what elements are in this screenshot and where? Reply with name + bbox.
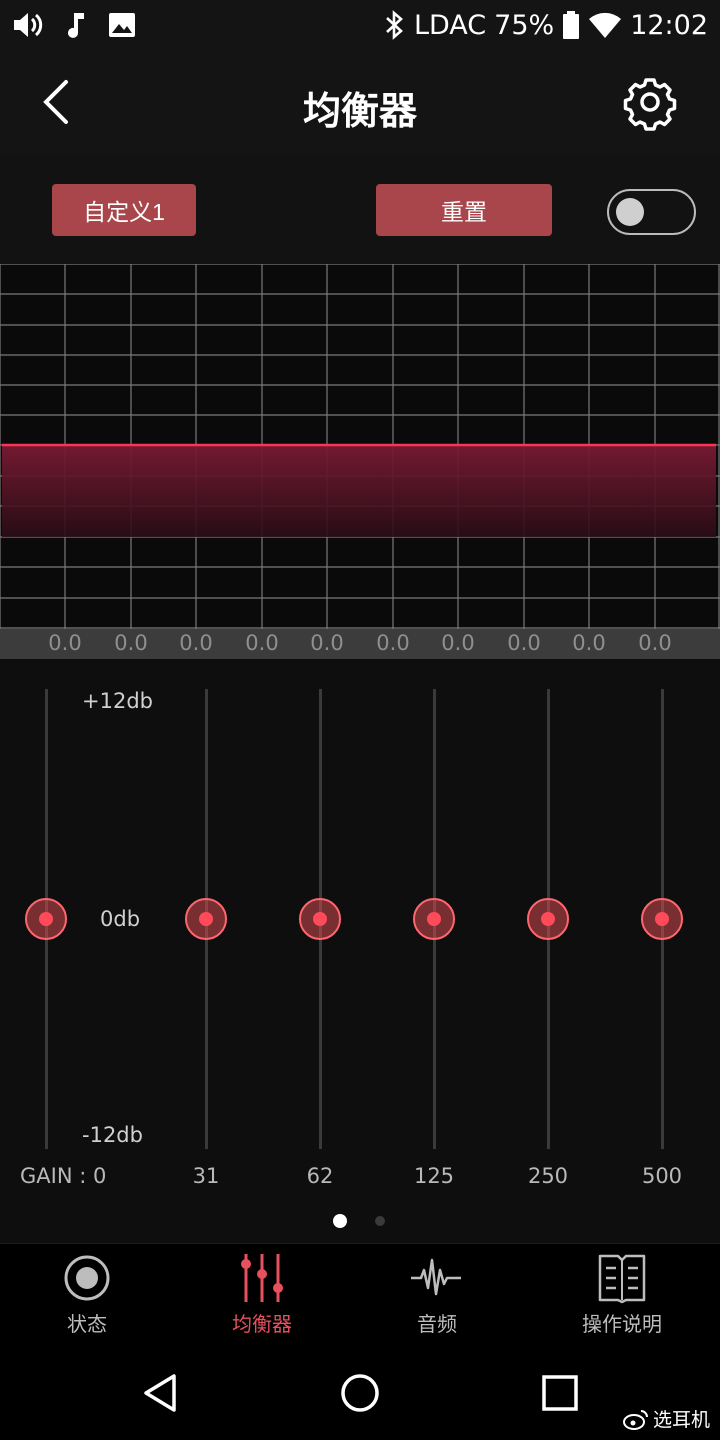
slider-thumb[interactable]	[527, 898, 569, 940]
eq-curve-svg	[0, 264, 720, 629]
circle-home-icon	[341, 1374, 379, 1412]
nav-label-status: 状态	[67, 1312, 107, 1336]
nav-label-manual: 操作说明	[582, 1312, 662, 1336]
bottom-navigation: 状态 均衡器 音频 操作说明	[0, 1243, 720, 1345]
page-title: 均衡器	[302, 89, 417, 133]
book-icon	[598, 1254, 646, 1304]
band-value-label: 0.0	[507, 631, 541, 655]
band-value-label: 0.0	[638, 631, 672, 655]
reset-button[interactable]: 重置	[376, 184, 552, 236]
band-values-row: 0.0 0.0 0.0 0.0 0.0 0.0 0.0 0.0 0.0 0.0	[0, 629, 720, 659]
gear-icon	[623, 78, 677, 131]
slider-thumb[interactable]	[25, 898, 67, 940]
system-back-button[interactable]	[136, 1370, 186, 1416]
image-icon	[109, 13, 135, 37]
page-dot[interactable]	[333, 1214, 347, 1228]
waveform-icon	[411, 1258, 461, 1296]
slider-thumb[interactable]	[413, 898, 455, 940]
frequency-label: 250	[527, 1164, 569, 1188]
band-sliders: +12db 0db -12db GAIN : 0 31 62 125 250 500	[0, 659, 720, 1243]
preset-button[interactable]: 自定义1	[52, 184, 196, 236]
band-value-label: 0.0	[114, 631, 148, 655]
status-time: 12:02	[630, 9, 708, 41]
watermark: 选耳机	[622, 1405, 710, 1432]
frequency-label: 31	[192, 1164, 220, 1188]
frequency-label: 500	[641, 1164, 683, 1188]
nav-item-equalizer[interactable]: 均衡器	[177, 1252, 347, 1342]
status-bar: LDAC 75% 12:02	[0, 0, 720, 52]
nav-label-equalizer: 均衡器	[232, 1312, 292, 1336]
eq-enable-toggle[interactable]	[607, 189, 696, 235]
nav-item-manual[interactable]: 操作说明	[537, 1252, 707, 1342]
band-value-label: 0.0	[376, 631, 410, 655]
music-note-icon	[68, 13, 84, 38]
band-value-label: 0.0	[572, 631, 606, 655]
db-mid-label: 0db	[100, 907, 141, 931]
band-value-label: 0.0	[310, 631, 344, 655]
nav-item-audio[interactable]: 音频	[352, 1252, 522, 1342]
slider-thumb[interactable]	[185, 898, 227, 940]
bluetooth-icon	[386, 10, 403, 40]
eq-curve-graph	[0, 264, 720, 629]
volume-icon	[14, 13, 43, 37]
band-value-label: 0.0	[179, 631, 213, 655]
gain-label: GAIN : 0	[20, 1164, 107, 1188]
system-navigation: 选耳机	[0, 1345, 720, 1440]
band-value-label: 0.0	[441, 631, 475, 655]
db-min-label: -12db	[82, 1123, 143, 1147]
wifi-icon	[589, 12, 622, 39]
band-value-label: 0.0	[48, 631, 82, 655]
codec-label: LDAC	[413, 9, 487, 41]
record-circle-icon	[64, 1255, 110, 1301]
watermark-text: 选耳机	[652, 1409, 710, 1431]
frequency-label: 62	[306, 1164, 334, 1188]
slider-thumb[interactable]	[299, 898, 341, 940]
equalizer-icon	[241, 1254, 283, 1302]
battery-percent: 75%	[494, 9, 555, 41]
page-indicator	[0, 1214, 720, 1230]
db-max-label: +12db	[82, 689, 153, 713]
weibo-logo-icon	[622, 1409, 648, 1430]
settings-button[interactable]	[620, 72, 680, 132]
slider-thumb[interactable]	[641, 898, 683, 940]
nav-label-audio: 音频	[417, 1312, 457, 1336]
frequency-label: 125	[413, 1164, 455, 1188]
page-dot[interactable]	[375, 1216, 385, 1226]
nav-item-status[interactable]: 状态	[2, 1252, 172, 1342]
triangle-back-icon	[144, 1374, 176, 1412]
square-recents-icon	[542, 1375, 578, 1411]
app-header: 均衡器	[0, 52, 720, 156]
toggle-knob	[616, 198, 644, 226]
battery-icon	[563, 11, 580, 39]
band-value-label: 0.0	[245, 631, 279, 655]
eq-curve-fill	[2, 445, 716, 537]
system-recents-button[interactable]	[535, 1370, 585, 1416]
system-home-button[interactable]	[335, 1370, 385, 1416]
